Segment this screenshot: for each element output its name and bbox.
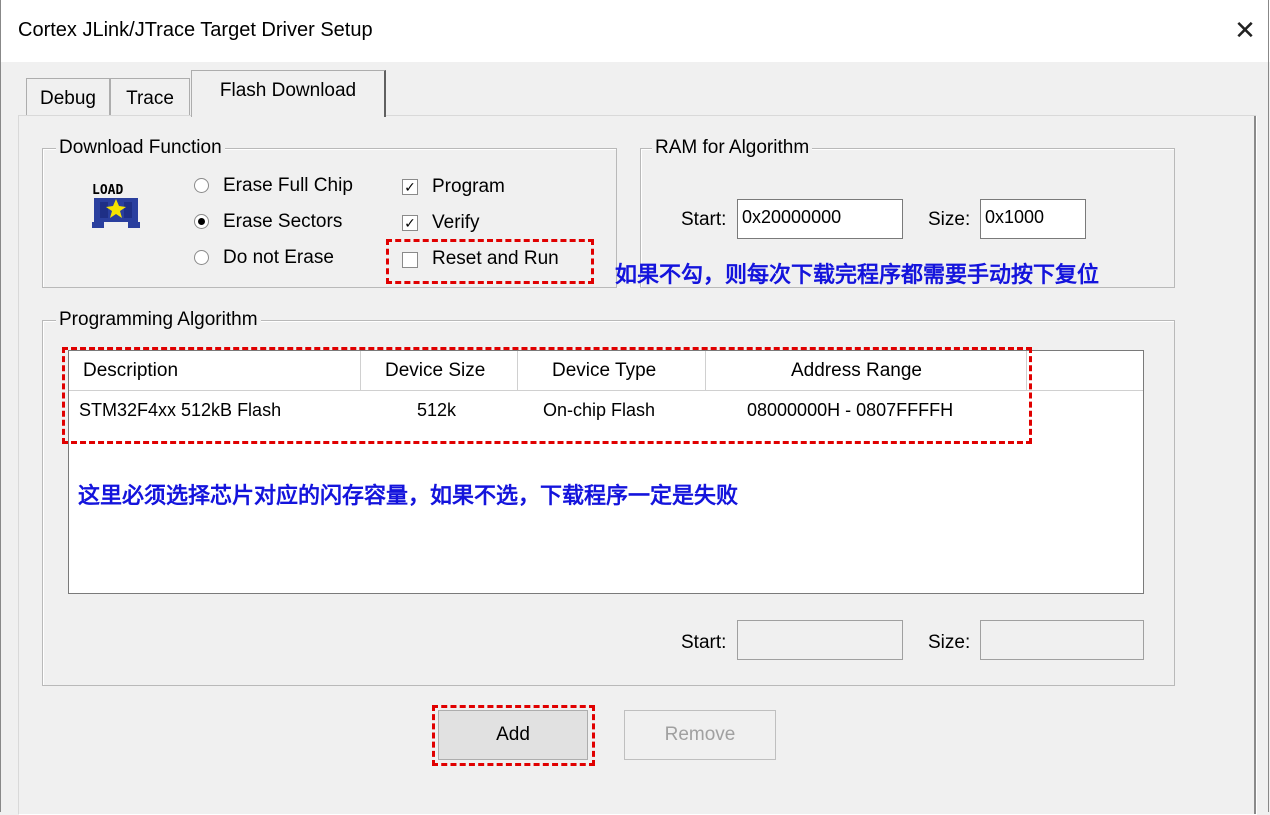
column-device-size[interactable]: Device Size [361, 351, 518, 391]
tab-trace[interactable]: Trace [110, 78, 190, 116]
erase-full-chip-radio[interactable] [194, 178, 209, 193]
algorithm-note: 这里必须选择芯片对应的闪存容量，如果不选，下载程序一定是失败 [78, 484, 739, 509]
tab-debug[interactable]: Debug [26, 78, 110, 116]
ram-start-label: Start: [681, 209, 727, 230]
column-device-type[interactable]: Device Type [518, 351, 706, 391]
close-icon[interactable]: ✕ [1230, 12, 1260, 48]
algorithm-list[interactable]: Description Device Size Device Type Addr… [68, 350, 1144, 594]
cell-description: STM32F4xx 512kB Flash [79, 400, 282, 420]
cell-address-range: 08000000H - 0807FFFFH [747, 400, 954, 420]
erase-full-chip-label: Erase Full Chip [223, 175, 353, 196]
ram-size-input[interactable]: 0x1000 [980, 199, 1086, 239]
cell-device-type: On-chip Flash [543, 400, 656, 420]
tab-trace-label: Trace [126, 88, 174, 109]
erase-sectors-label: Erase Sectors [223, 211, 343, 232]
programming-algorithm-title: Programming Algorithm [56, 309, 261, 331]
table-row[interactable]: STM32F4xx 512kB Flash 512k On-chip Flash… [69, 393, 1143, 429]
radio-selected-dot [198, 218, 205, 225]
erase-sectors-radio[interactable] [194, 214, 209, 229]
column-filler [1027, 351, 1143, 391]
verify-checkbox[interactable]: ✓ [402, 215, 418, 231]
algorithm-start-input[interactable] [737, 620, 903, 660]
download-function-title: Download Function [56, 137, 225, 159]
program-checkbox[interactable]: ✓ [402, 179, 418, 195]
add-button[interactable]: Add [438, 710, 588, 760]
reset-and-run-checkbox[interactable] [402, 252, 418, 268]
column-address-range[interactable]: Address Range [706, 351, 1027, 391]
tab-flash-download-label: Flash Download [219, 80, 357, 101]
ram-size-label: Size: [928, 209, 971, 230]
tab-debug-label: Debug [40, 88, 96, 109]
do-not-erase-label: Do not Erase [223, 247, 334, 268]
algorithm-size-input[interactable] [980, 620, 1144, 660]
cell-device-size: 512k [417, 400, 457, 420]
ram-for-algorithm-title: RAM for Algorithm [652, 137, 813, 159]
algorithm-start-label: Start: [681, 632, 727, 653]
load-icon: LOAD [90, 180, 146, 240]
ram-start-input[interactable]: 0x20000000 [737, 199, 903, 239]
program-label: Program [432, 176, 505, 197]
column-description[interactable]: Description [69, 351, 361, 391]
reset-note: 如果不勾，则每次下载完程序都需要手动按下复位 [615, 263, 1100, 288]
remove-button[interactable]: Remove [624, 710, 776, 760]
window-title: Cortex JLink/JTrace Target Driver Setup [18, 19, 373, 41]
verify-label: Verify [432, 212, 480, 233]
algorithm-size-label: Size: [928, 632, 971, 653]
reset-and-run-label: Reset and Run [432, 248, 559, 269]
do-not-erase-radio[interactable] [194, 250, 209, 265]
tab-flash-download[interactable]: Flash Download [191, 70, 386, 117]
load-icon-text: LOAD [92, 183, 123, 198]
title-bar: Cortex JLink/JTrace Target Driver Setup … [0, 0, 1270, 62]
